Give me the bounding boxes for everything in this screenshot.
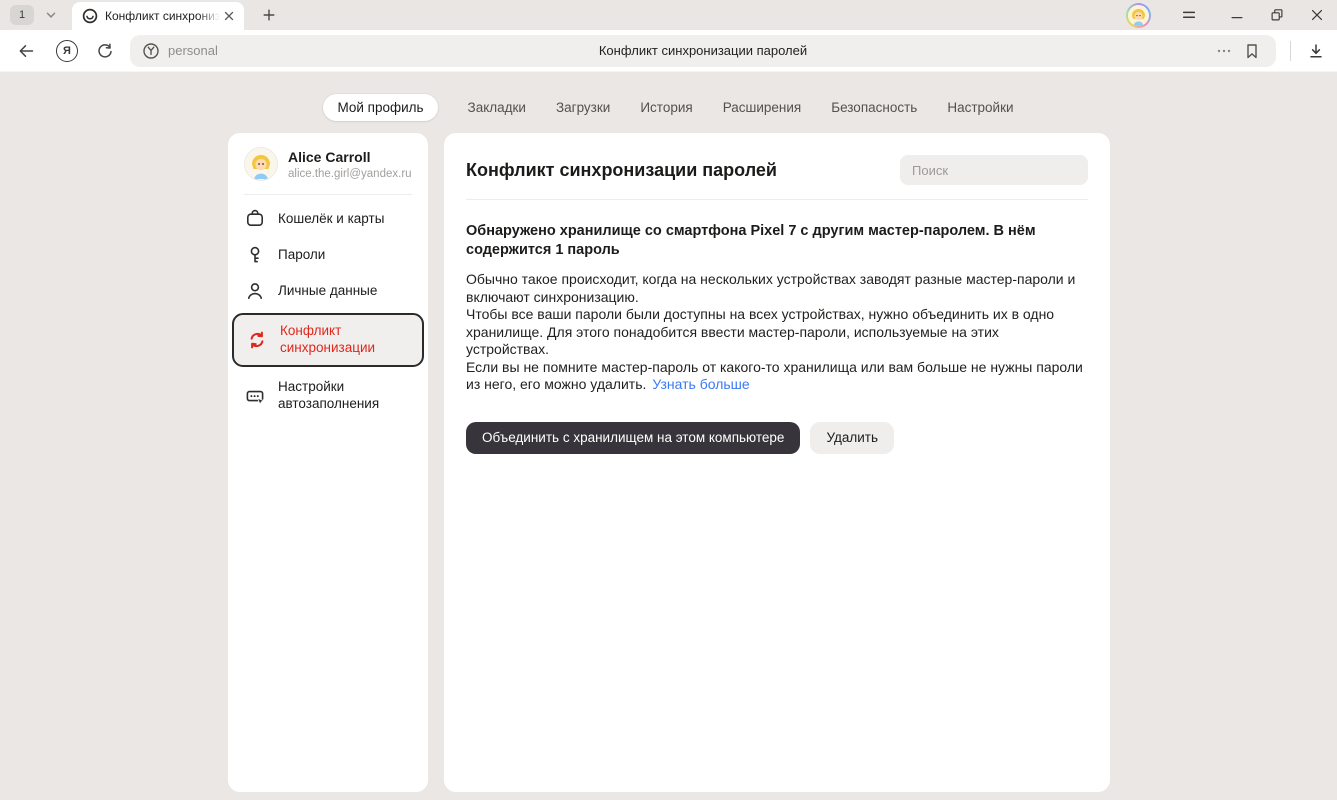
tab-settings[interactable]: Настройки xyxy=(947,100,1013,115)
tab-title: Конфликт синхрониза xyxy=(105,9,220,23)
restore-window-button[interactable] xyxy=(1257,0,1297,30)
back-arrow-icon xyxy=(16,41,36,61)
paragraph: Если вы не помните мастер-пароль от како… xyxy=(466,359,1084,394)
tab-strip: 1 Конфликт синхрониза xyxy=(0,0,1337,30)
restore-icon xyxy=(1269,7,1285,23)
page-content: Мой профиль Закладки Загрузки История Ра… xyxy=(0,72,1337,800)
account-profile: Alice Carroll alice.the.girl@yandex.ru xyxy=(228,147,428,181)
sidebar-item-autofill-settings[interactable]: Настройки автозаполнения xyxy=(228,371,428,421)
sidebar-item-label: Личные данные xyxy=(278,283,377,300)
bookmark-button[interactable] xyxy=(1238,37,1266,65)
ellipsis-icon xyxy=(1216,43,1232,59)
description-text: Обычно такое происходит, когда на нескол… xyxy=(466,271,1084,394)
learn-more-link[interactable]: Узнать больше xyxy=(652,376,749,392)
profile-badge-label: personal xyxy=(168,43,218,58)
tab-close-button[interactable] xyxy=(222,9,236,23)
avatar xyxy=(244,147,278,181)
settings-nav-tabs: Мой профиль Закладки Загрузки История Ра… xyxy=(0,94,1337,121)
tab-extensions[interactable]: Расширения xyxy=(723,100,802,115)
sidebar-item-wallet[interactable]: Кошелёк и карты xyxy=(228,201,428,237)
profile-sidebar: Alice Carroll alice.the.girl@yandex.ru К… xyxy=(228,133,428,792)
browser-profile-avatar[interactable] xyxy=(1126,3,1151,28)
reload-icon xyxy=(96,42,114,60)
downloads-button[interactable] xyxy=(1301,36,1331,66)
browser-toolbar: Я personal Конфликт синхронизации пароле… xyxy=(0,30,1337,72)
minimize-icon xyxy=(1229,7,1245,23)
close-icon xyxy=(224,11,234,21)
close-icon xyxy=(1309,7,1325,23)
profile-badge[interactable]: personal xyxy=(142,42,218,60)
header-divider xyxy=(466,199,1088,200)
alert-heading: Обнаружено хранилище со смартфона Pixel … xyxy=(466,222,1084,259)
sidebar-item-label: Конфликт синхронизации xyxy=(280,323,410,357)
tab-list-button[interactable] xyxy=(42,6,60,24)
sidebar-item-label: Пароли xyxy=(278,247,325,264)
page-title: Конфликт синхронизации паролей xyxy=(466,160,777,181)
yandex-logo-icon: Я xyxy=(63,45,71,57)
download-icon xyxy=(1307,42,1325,60)
sidebar-item-personal-data[interactable]: Личные данные xyxy=(228,273,428,309)
paragraph: Обычно такое происходит, когда на нескол… xyxy=(466,271,1084,306)
sidebar-divider xyxy=(244,194,412,195)
search-input[interactable] xyxy=(900,155,1088,185)
tab-counter-value: 1 xyxy=(19,9,25,21)
sync-conflict-panel: Конфликт синхронизации паролей Обнаружен… xyxy=(444,133,1110,792)
sidebar-item-label: Настройки автозаполнения xyxy=(278,379,412,413)
address-bar[interactable]: personal Конфликт синхронизации паролей xyxy=(130,35,1276,67)
more-actions-button[interactable] xyxy=(1210,37,1238,65)
chevron-down-icon xyxy=(44,8,58,22)
browser-menu-button[interactable] xyxy=(1169,0,1209,30)
person-icon xyxy=(244,281,266,301)
tab-my-profile[interactable]: Мой профиль xyxy=(323,94,437,121)
tab-security[interactable]: Безопасность xyxy=(831,100,917,115)
plus-icon xyxy=(262,8,276,22)
sidebar-item-label: Кошелёк и карты xyxy=(278,211,384,228)
profile-name: Alice Carroll xyxy=(288,149,412,165)
sidebar-item-sync-conflict[interactable]: Конфликт синхронизации xyxy=(232,313,424,367)
tab-history[interactable]: История xyxy=(640,100,692,115)
avatar xyxy=(1128,5,1149,26)
tab-bookmarks[interactable]: Закладки xyxy=(468,100,526,115)
autofill-icon xyxy=(244,386,266,406)
sync-icon xyxy=(246,330,268,350)
yandex-home-button[interactable]: Я xyxy=(56,40,78,62)
sidebar-item-passwords[interactable]: Пароли xyxy=(228,237,428,273)
reload-button[interactable] xyxy=(90,36,120,66)
bookmark-icon xyxy=(1244,43,1260,59)
new-tab-button[interactable] xyxy=(258,4,280,26)
toolbar-divider xyxy=(1290,41,1291,61)
merge-storage-button[interactable]: Объединить с хранилищем на этом компьюте… xyxy=(466,422,800,454)
back-button[interactable] xyxy=(10,35,42,67)
key-icon xyxy=(244,245,266,265)
close-window-button[interactable] xyxy=(1297,0,1337,30)
minimize-button[interactable] xyxy=(1217,0,1257,30)
yandex-id-favicon-icon xyxy=(82,8,98,24)
profile-email: alice.the.girl@yandex.ru xyxy=(288,168,412,180)
wallet-icon xyxy=(244,209,266,229)
profile-badge-icon xyxy=(142,42,160,60)
browser-tab[interactable]: Конфликт синхрониза xyxy=(72,2,244,30)
delete-storage-button[interactable]: Удалить xyxy=(810,422,894,454)
tab-downloads[interactable]: Загрузки xyxy=(556,100,610,115)
paragraph: Чтобы все ваши пароли были доступны на в… xyxy=(466,306,1084,359)
address-bar-title: Конфликт синхронизации паролей xyxy=(130,43,1276,58)
hamburger-icon xyxy=(1181,7,1197,23)
tab-counter-badge[interactable]: 1 xyxy=(10,5,34,25)
